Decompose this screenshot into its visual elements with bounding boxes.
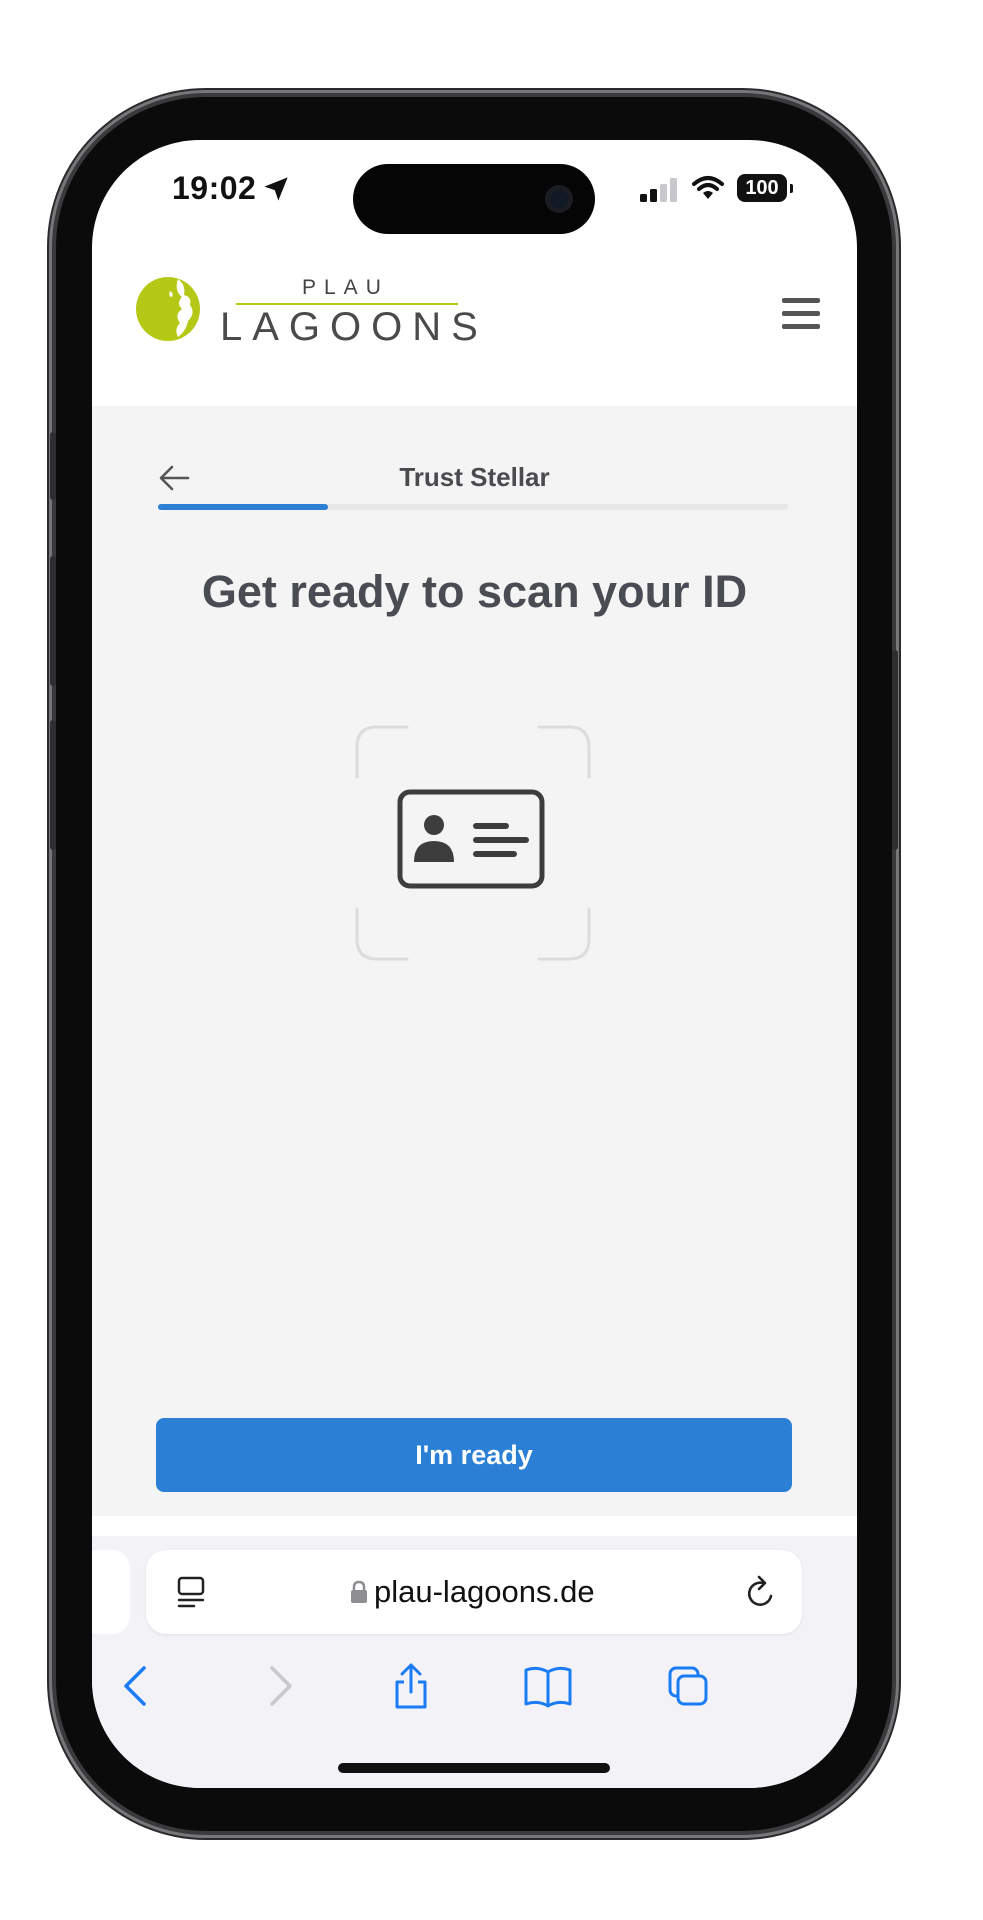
book-icon[interactable] [522,1662,574,1710]
action-button [50,432,56,500]
dynamic-island [353,164,595,234]
url-text[interactable]: plau-lagoons.de [374,1574,595,1610]
progress-bar [158,504,788,510]
phone-screen: 19:02 100 PLAU LAGOONS Trust Stellar Get… [92,140,857,1788]
page-heading: Get ready to scan your ID [201,566,748,617]
battery-indicator: 100 [737,174,793,202]
lock-icon [351,1580,367,1603]
id-verification-widget: Trust Stellar Get ready to scan your ID … [92,406,857,1516]
chevron-right-icon [270,1666,292,1706]
logo-lagoons-text: LAGOONS [220,305,488,349]
power-button [892,650,898,850]
wifi-icon [692,176,724,199]
hamburger-menu-icon[interactable] [782,298,820,332]
reload-icon[interactable] [744,1574,778,1610]
widget-title: Trust Stellar [399,462,550,492]
cellular-signal-icon [640,178,677,202]
home-indicator[interactable] [338,1763,610,1773]
previous-tab-peek[interactable] [92,1550,130,1634]
reader-mode-icon[interactable] [176,1576,206,1608]
tabs-icon[interactable] [666,1662,710,1710]
globe-logo-icon[interactable] [134,275,202,343]
id-card-icon [397,789,545,889]
progress-fill [158,504,329,510]
browser-chrome: plau-lagoons.de [92,1536,857,1788]
chevron-left-icon[interactable] [116,1662,160,1710]
volume-down-button [50,720,56,850]
share-icon[interactable] [389,1662,433,1710]
camera-icon [545,185,573,213]
address-bar[interactable]: plau-lagoons.de [146,1550,802,1634]
status-time: 19:02 [172,170,257,206]
volume-up-button [50,556,56,686]
im-ready-button[interactable]: I'm ready [156,1418,792,1492]
logo-plau-text: PLAU [302,276,389,299]
location-arrow-icon [264,177,288,201]
